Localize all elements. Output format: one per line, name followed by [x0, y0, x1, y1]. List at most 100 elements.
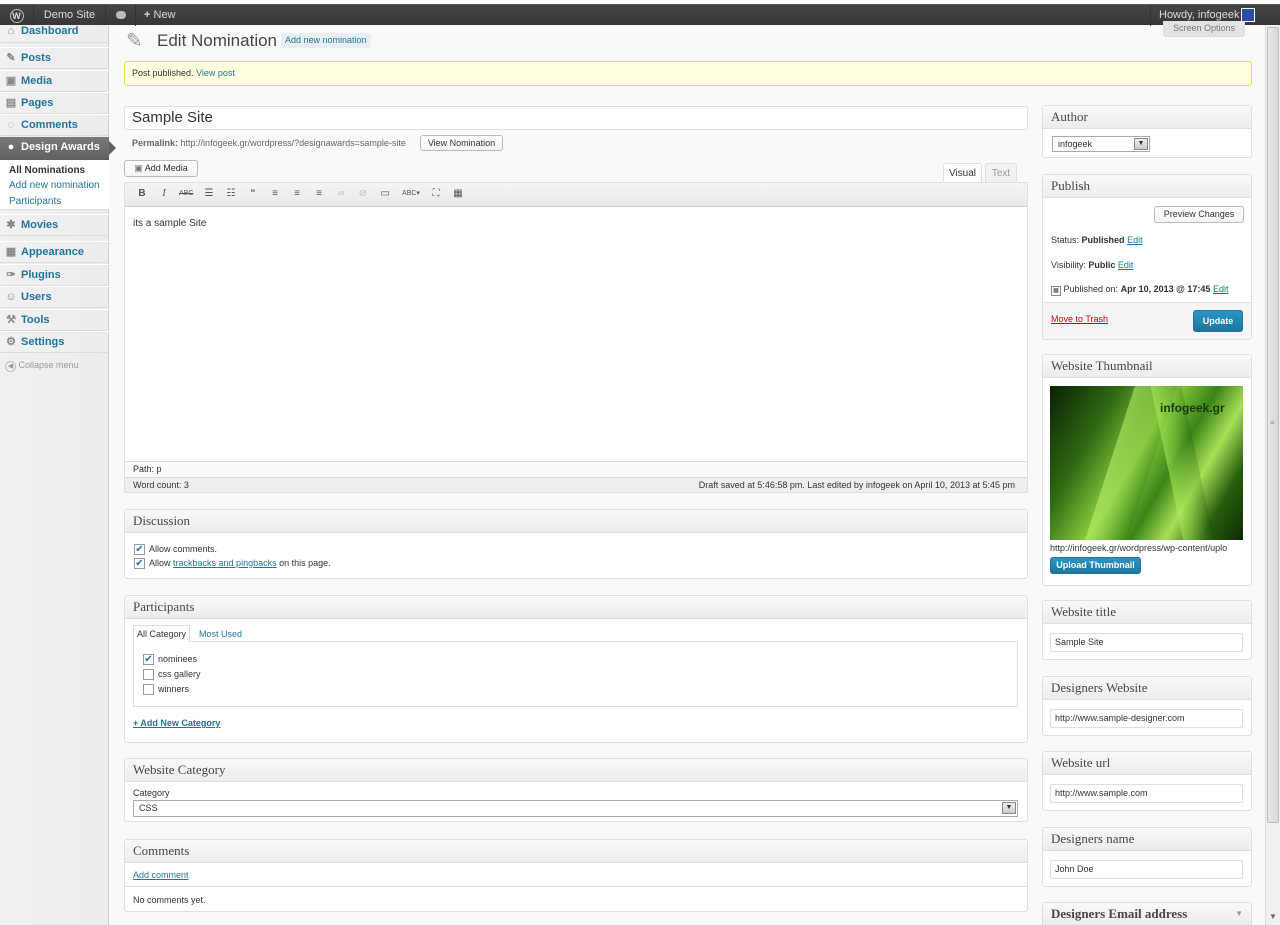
bullet-list-icon[interactable]: ☰ [202, 187, 216, 201]
category-select[interactable]: CSS ▼ [133, 800, 1018, 817]
author-select[interactable]: infogeek ▼ [1052, 136, 1150, 152]
align-center-icon[interactable]: ≡ [290, 187, 304, 201]
chevron-down-icon: ▼ [1002, 802, 1016, 814]
sidebar-item-dashboard[interactable]: ⌂ Dashboard [0, 21, 109, 43]
published-value: Apr 10, 2013 @ 17:45 [1120, 284, 1211, 294]
category-nominees-label: nominees [158, 654, 198, 664]
sidebar-item-plugins[interactable]: ✑ Plugins [0, 264, 109, 286]
new-content-button[interactable]: + New [136, 5, 194, 26]
preview-changes-button[interactable]: Preview Changes [1154, 206, 1244, 223]
comments-box: Comments Add comment No comments yet. [124, 839, 1028, 912]
comments-title: Comments [125, 840, 1027, 863]
more-tag-icon[interactable]: ▭ [378, 187, 392, 201]
unlink-icon[interactable]: ⊘ [356, 187, 370, 201]
sidebar-item-settings[interactable]: ⚙ Settings [0, 331, 109, 353]
submenu-participants[interactable]: Participants [9, 196, 61, 207]
sidebar-item-posts[interactable]: ✎ Posts [0, 47, 109, 69]
sidebar-item-label: Movies [21, 219, 59, 231]
strikethrough-icon[interactable]: ABC [179, 187, 193, 201]
website-title-input[interactable]: Sample Site [1050, 633, 1243, 652]
publish-box: Publish Preview Changes Status: Publishe… [1042, 174, 1252, 340]
add-media-button[interactable]: ▣ Add Media [124, 160, 198, 177]
tab-all-category[interactable]: All Category [133, 625, 191, 642]
comments-icon: ◌ [7, 119, 15, 131]
thumbnail-url-field[interactable]: http://infogeek.gr/wordpress/wp-content/… [1050, 541, 1243, 555]
trackbacks-link[interactable]: trackbacks and pingbacks [173, 558, 277, 568]
blockquote-icon[interactable]: “ [246, 187, 260, 201]
chevron-down-icon[interactable]: ▼ [1235, 903, 1243, 925]
update-button[interactable]: Update [1193, 310, 1243, 332]
add-new-category-link[interactable]: + Add New Category [133, 718, 220, 728]
link-icon[interactable]: ∞ [334, 187, 348, 201]
website-category-box: Website Category Category CSS ▼ [124, 758, 1028, 822]
designers-website-title: Designers Website [1043, 677, 1251, 700]
category-nominees-checkbox[interactable]: ✔ [143, 654, 154, 665]
pages-icon: ▤ [5, 97, 17, 109]
sidebar-item-label: Dashboard [21, 25, 79, 37]
plus-icon: + [144, 9, 151, 21]
move-to-trash-link[interactable]: Move to Trash [1051, 314, 1108, 324]
website-url-input[interactable]: http://www.sample.com [1050, 784, 1243, 803]
allow-comments-checkbox[interactable]: ✔ [134, 544, 145, 555]
draft-saved-status: Draft saved at 5:46:58 pm. Last edited b… [698, 480, 1015, 490]
designers-website-input[interactable]: http://www.sample-designer.com [1050, 709, 1243, 728]
tab-visual[interactable]: Visual [943, 163, 982, 183]
sidebar-item-comments[interactable]: ◌ Comments [0, 114, 109, 136]
category-winners-checkbox[interactable] [143, 684, 154, 695]
align-left-icon[interactable]: ≡ [268, 187, 282, 201]
visibility-edit-link[interactable]: Edit [1118, 260, 1134, 270]
add-comment-link[interactable]: Add comment [133, 870, 189, 880]
editor-body[interactable]: its a sample Site [133, 218, 206, 229]
collapse-menu-button[interactable]: ◀ Collapse menu [5, 360, 79, 372]
movies-icon: ✱ [6, 219, 16, 231]
spellcheck-icon[interactable]: ABC▾ [400, 187, 422, 201]
comment-bubble-icon[interactable] [106, 5, 136, 26]
scroll-down-arrow-icon[interactable]: ▼ [1269, 912, 1277, 921]
submenu-all-nominations[interactable]: All Nominations [9, 165, 85, 176]
sidebar-item-tools[interactable]: ⚒ Tools [0, 309, 109, 331]
align-right-icon[interactable]: ≡ [312, 187, 326, 201]
website-thumbnail-title: Website Thumbnail [1043, 355, 1251, 378]
post-title-input[interactable]: Sample Site [124, 106, 1028, 130]
notice-text: Post published. [132, 68, 194, 78]
tab-most-used[interactable]: Most Used [199, 626, 242, 642]
category-css-gallery-checkbox[interactable] [143, 669, 154, 680]
sidebar-item-label: Design Awards [21, 141, 100, 153]
published-edit-link[interactable]: Edit [1213, 284, 1229, 294]
author-box: Author infogeek ▼ [1042, 105, 1252, 158]
sidebar-item-movies[interactable]: ✱ Movies [0, 214, 109, 236]
view-nomination-button[interactable]: View Nomination [420, 135, 503, 151]
media-icon: ▣ [5, 75, 17, 87]
settings-icon: ⚙ [6, 336, 16, 348]
fullscreen-icon[interactable]: ⛶ [429, 187, 443, 201]
upload-thumbnail-button[interactable]: Upload Thumbnail [1050, 557, 1141, 574]
sidebar-item-design-awards[interactable]: ● Design Awards [0, 137, 116, 160]
editor-status-bar: Word count: 3 Draft saved at 5:46:58 pm.… [125, 477, 1027, 492]
status-edit-link[interactable]: Edit [1127, 235, 1143, 245]
scrollbar-thumb[interactable]: ≡ [1267, 27, 1279, 823]
category-label: Category [133, 788, 170, 798]
kitchen-sink-icon[interactable]: ▦ [451, 187, 465, 201]
allow-comments-label: Allow comments. [149, 544, 218, 554]
permalink-url[interactable]: http://infogeek.gr/wordpress/?designawar… [181, 138, 406, 148]
tab-text[interactable]: Text [985, 163, 1017, 183]
word-count: Word count: 3 [133, 480, 189, 490]
numbered-list-icon[interactable]: ☷ [224, 187, 238, 201]
add-new-nomination-button[interactable]: Add new nomination [281, 33, 371, 48]
sidebar-item-appearance[interactable]: ▦ Appearance [0, 241, 109, 263]
sidebar-item-users[interactable]: ☺ Users [0, 286, 109, 308]
screen-options-button[interactable]: Screen Options [1163, 21, 1245, 37]
allow-prefix: Allow [149, 558, 171, 568]
submenu-add-new-nomination[interactable]: Add new nomination [9, 180, 100, 191]
sidebar-item-label: Media [21, 75, 53, 87]
bold-icon[interactable]: B [135, 187, 149, 201]
page-scrollbar[interactable]: ≡ ▼ [1265, 25, 1280, 925]
website-title-title: Website title [1043, 601, 1251, 624]
sidebar-item-label: Posts [21, 52, 51, 64]
italic-icon[interactable]: I [157, 187, 171, 201]
sidebar-item-pages[interactable]: ▤ Pages [0, 92, 109, 114]
sidebar-item-media[interactable]: ▣ Media [0, 70, 109, 92]
designers-name-input[interactable]: John Doe [1050, 860, 1243, 879]
allow-pingbacks-checkbox[interactable]: ✔ [134, 558, 145, 569]
view-post-link[interactable]: View post [196, 68, 235, 78]
